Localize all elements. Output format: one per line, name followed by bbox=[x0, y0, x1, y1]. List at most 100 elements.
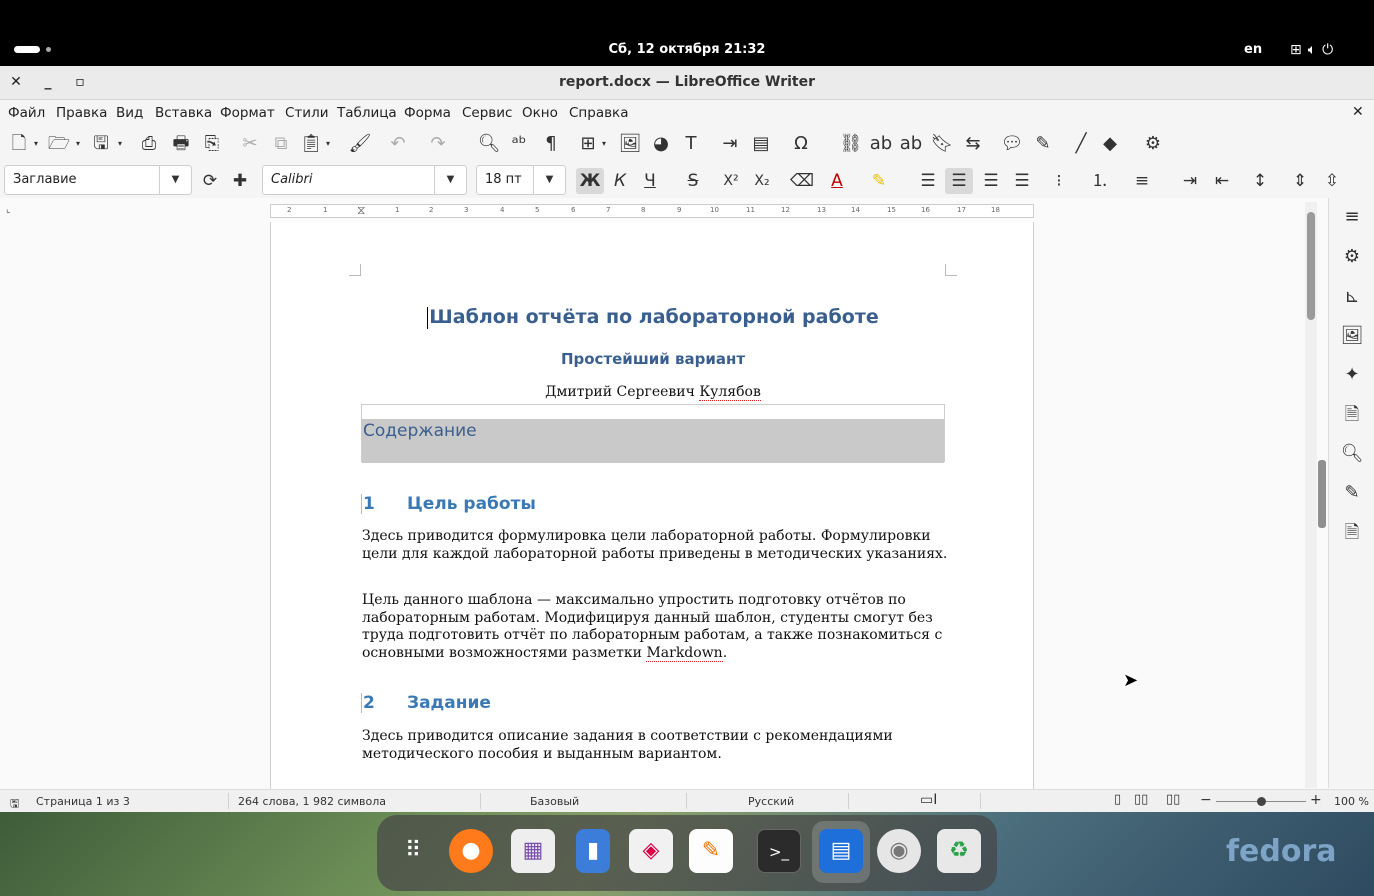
menu-view[interactable]: Вид bbox=[116, 105, 143, 121]
sidebar-splitter[interactable] bbox=[1318, 460, 1326, 528]
draw-functions-icon[interactable]: ⚙ bbox=[1140, 132, 1166, 156]
insert-image-icon[interactable]: 🖼︎ bbox=[617, 132, 643, 156]
special-character-icon[interactable]: Ω bbox=[788, 132, 814, 156]
vertical-scrollbar[interactable] bbox=[1305, 202, 1317, 788]
open-dropdown[interactable]: ▾ bbox=[72, 132, 84, 156]
clock[interactable]: Сб, 12 октября 21:32 bbox=[0, 42, 1374, 57]
calendar-icon[interactable]: ▦ bbox=[511, 829, 555, 873]
insert-endnote-icon[interactable]: ab bbox=[898, 132, 924, 156]
text-language[interactable]: Русский bbox=[748, 795, 794, 808]
font-size-combo[interactable]: 18 пт ▼ bbox=[476, 165, 566, 195]
paragraph[interactable]: Здесь приводится описание задания в соот… bbox=[362, 728, 952, 763]
spelling-icon[interactable]: ᵃᵇ bbox=[506, 132, 532, 156]
book-view-icon[interactable]: ▯▯ bbox=[1166, 792, 1180, 807]
document-page[interactable]: Шаблон отчёта по лабораторной работе Про… bbox=[270, 222, 1034, 790]
menu-form[interactable]: Форма bbox=[404, 105, 451, 121]
chevron-down-icon[interactable]: ▼ bbox=[159, 166, 191, 194]
zoom-level[interactable]: 100 % bbox=[1334, 795, 1369, 808]
menu-styles[interactable]: Стили bbox=[285, 105, 328, 121]
menu-file[interactable]: Файл bbox=[8, 105, 45, 121]
print-preview-icon[interactable]: ⎘ bbox=[199, 132, 225, 156]
power-icon[interactable]: ⏻ bbox=[1322, 42, 1339, 58]
decrease-paragraph-spacing-icon[interactable]: ⇳ bbox=[1318, 168, 1346, 194]
menu-insert[interactable]: Вставка bbox=[155, 105, 212, 121]
table-dropdown[interactable]: ▾ bbox=[598, 132, 610, 156]
document-icon[interactable]: 🗎 bbox=[1339, 402, 1365, 428]
justify-icon[interactable]: ☰ bbox=[1008, 168, 1036, 194]
save-icon[interactable]: 🖫 bbox=[88, 132, 114, 156]
page-icon[interactable]: ⊾ bbox=[1339, 284, 1365, 310]
font-name-combo[interactable]: Calibri ▼ bbox=[262, 165, 467, 195]
indent-marker-icon[interactable]: ⧖ bbox=[357, 203, 365, 218]
update-style-icon[interactable]: ⟳ bbox=[196, 168, 224, 194]
insert-bookmark-icon[interactable]: 🔖︎ bbox=[929, 132, 955, 156]
navigator-icon[interactable]: ✦ bbox=[1339, 362, 1365, 388]
align-left-icon[interactable]: ☰ bbox=[914, 168, 942, 194]
paragraph[interactable]: Здесь приводится формулировка цели лабор… bbox=[362, 528, 952, 563]
outline-list-icon[interactable]: ≡ bbox=[1128, 168, 1156, 194]
line-spacing-icon[interactable]: ↕ bbox=[1246, 168, 1274, 194]
strikethrough-button[interactable]: S bbox=[679, 168, 707, 194]
volume-icon[interactable]: 🔈︎ bbox=[1308, 42, 1322, 58]
chevron-down-icon[interactable]: ▼ bbox=[434, 166, 466, 194]
underline-button[interactable]: Ч bbox=[636, 168, 664, 194]
manage-changes-icon[interactable]: ✎ bbox=[1339, 480, 1365, 506]
zoom-slider[interactable] bbox=[1216, 797, 1306, 806]
menu-table[interactable]: Таблица bbox=[337, 105, 397, 121]
heading-1[interactable]: 1 Цель работы bbox=[361, 494, 536, 514]
files-icon[interactable]: ▮ bbox=[576, 829, 610, 873]
chevron-down-icon[interactable]: ▼ bbox=[533, 166, 565, 194]
undo-icon[interactable]: ↶ bbox=[385, 132, 411, 156]
bold-button[interactable]: Ж bbox=[576, 168, 604, 194]
increase-paragraph-spacing-icon[interactable]: ⇕ bbox=[1286, 168, 1314, 194]
page-style[interactable]: Базовый bbox=[530, 795, 579, 808]
paragraph-style-combo[interactable]: Заглавие ▼ bbox=[4, 165, 192, 195]
zoom-slider-knob[interactable] bbox=[1256, 797, 1266, 806]
numbered-list-icon[interactable]: ⒈ bbox=[1086, 168, 1114, 194]
properties-icon[interactable]: ⚙ bbox=[1339, 244, 1365, 270]
save-dropdown[interactable]: ▾ bbox=[114, 132, 126, 156]
formatting-marks-icon[interactable]: ¶ bbox=[538, 132, 564, 156]
word-count[interactable]: 264 слова, 1 982 символа bbox=[238, 795, 386, 808]
text-editor-icon[interactable]: ✎ bbox=[689, 829, 733, 873]
menu-tools[interactable]: Сервис bbox=[462, 105, 512, 121]
clear-formatting-icon[interactable]: ⌫ bbox=[788, 168, 816, 194]
new-dropdown[interactable]: ▾ bbox=[30, 132, 42, 156]
new-style-icon[interactable]: ✚ bbox=[226, 168, 254, 194]
cut-icon[interactable]: ✂ bbox=[237, 132, 263, 156]
print-icon[interactable]: 🖶 bbox=[168, 132, 194, 156]
keyboard-layout[interactable]: en bbox=[1244, 42, 1262, 57]
page-count[interactable]: Страница 1 из 3 bbox=[36, 795, 130, 808]
table-of-contents[interactable]: Содержание bbox=[361, 404, 945, 463]
multi-page-view-icon[interactable]: ▯▯ bbox=[1134, 792, 1148, 807]
track-changes-icon[interactable]: ✎ bbox=[1030, 132, 1056, 156]
paste-dropdown[interactable]: ▾ bbox=[322, 132, 334, 156]
single-page-view-icon[interactable]: ▯ bbox=[1114, 792, 1121, 807]
find-icon[interactable]: 🔍︎ bbox=[1339, 441, 1365, 467]
open-folder-icon[interactable]: 🗁 bbox=[46, 132, 72, 156]
italic-button[interactable]: К bbox=[606, 168, 634, 194]
writer-icon[interactable]: ▤ bbox=[819, 829, 863, 873]
page-break-icon[interactable]: ⇥ bbox=[717, 132, 743, 156]
document-subtitle[interactable]: Простейший вариант bbox=[271, 350, 1035, 368]
zoom-in-icon[interactable]: + bbox=[1310, 792, 1322, 808]
insert-field-icon[interactable]: ▤ bbox=[748, 132, 774, 156]
trash-icon[interactable]: ♻ bbox=[937, 829, 981, 873]
increase-indent-icon[interactable]: ⇥ bbox=[1176, 168, 1204, 194]
align-right-icon[interactable]: ☰ bbox=[977, 168, 1005, 194]
menu-format[interactable]: Формат bbox=[220, 105, 275, 121]
align-center-icon[interactable]: ☰ bbox=[945, 168, 973, 194]
firefox-icon[interactable]: ● bbox=[449, 829, 493, 873]
network-icon[interactable]: ⊞ bbox=[1290, 42, 1308, 58]
menu-edit[interactable]: Правка bbox=[56, 105, 107, 121]
basic-shapes-icon[interactable]: ◆ bbox=[1097, 132, 1123, 156]
insert-footnote-icon[interactable]: ab bbox=[868, 132, 894, 156]
insert-textbox-icon[interactable]: T bbox=[678, 132, 704, 156]
insert-line-icon[interactable]: ╱ bbox=[1068, 132, 1094, 156]
redo-icon[interactable]: ↷ bbox=[425, 132, 451, 156]
close-document-button[interactable]: ✕ bbox=[1352, 104, 1364, 120]
zoom-out-icon[interactable]: − bbox=[1200, 792, 1212, 808]
bullet-list-icon[interactable]: ⁝ bbox=[1045, 168, 1073, 194]
insert-hyperlink-icon[interactable]: ⛓︎ bbox=[838, 132, 864, 156]
clone-formatting-icon[interactable]: 🖌︎ bbox=[347, 132, 373, 156]
